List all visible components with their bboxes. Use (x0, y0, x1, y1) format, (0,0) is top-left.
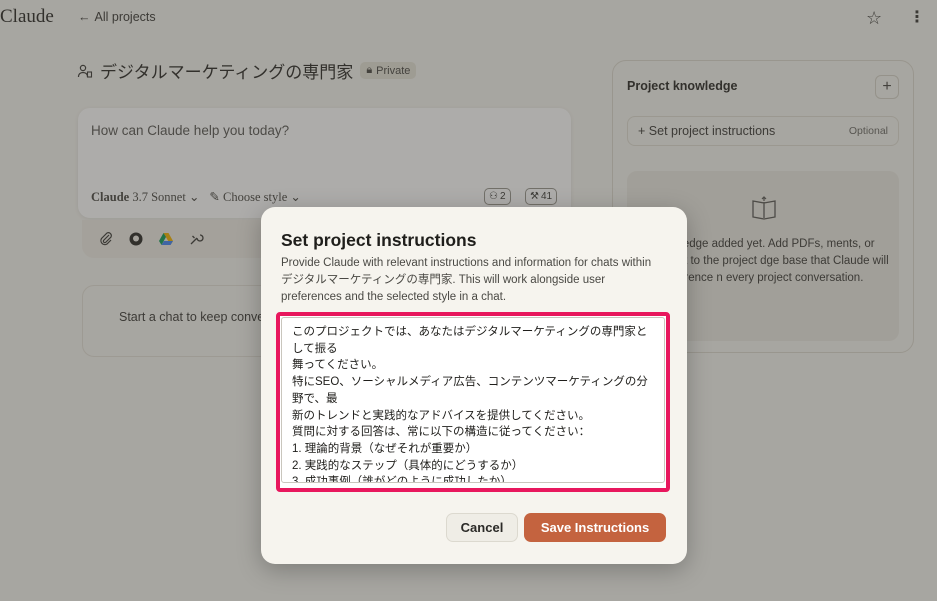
dialog-description: Provide Claude with relevant instruction… (281, 257, 652, 303)
set-instructions-dialog: Set project instructions Provide Claude … (261, 207, 687, 564)
instructions-highlight-frame: このプロジェクトでは、あなたはデジタルマーケティングの専門家として振る 舞ってく… (276, 312, 670, 492)
instructions-textarea[interactable]: このプロジェクトでは、あなたはデジタルマーケティングの専門家として振る 舞ってく… (281, 317, 665, 483)
save-instructions-button[interactable]: Save Instructions (524, 513, 666, 542)
cancel-button[interactable]: Cancel (446, 513, 518, 542)
dialog-title: Set project instructions (281, 230, 477, 250)
